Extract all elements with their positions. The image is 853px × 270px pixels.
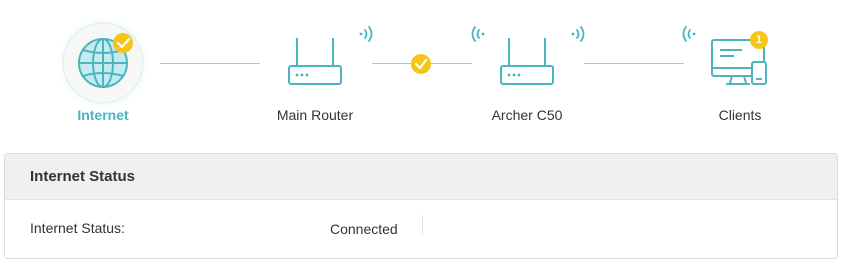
client-count-badge: 1 xyxy=(750,31,768,49)
archer-node[interactable]: Archer C50 xyxy=(457,10,597,125)
status-row: Internet Status: Connected xyxy=(5,200,837,258)
monitor-phone-icon xyxy=(711,39,767,85)
status-label: Internet Status: xyxy=(30,220,125,236)
panel-header: Internet Status xyxy=(5,154,837,200)
network-topology: Internet Main Router Archer C50 1 Client… xyxy=(0,0,853,140)
internet-node[interactable]: Internet xyxy=(33,10,173,125)
globe-icon xyxy=(57,17,149,109)
connection-line xyxy=(584,63,684,64)
clients-label: Clients xyxy=(718,107,762,123)
clients-node[interactable]: 1 Clients xyxy=(670,10,810,125)
check-badge-icon xyxy=(113,33,133,53)
archer-label: Archer C50 xyxy=(491,107,563,123)
internet-status-panel: Internet Status Internet Status: Connect… xyxy=(4,153,838,259)
internet-label: Internet xyxy=(77,107,129,123)
check-badge-icon xyxy=(411,54,431,74)
wifi-signal-icon xyxy=(571,26,585,42)
divider xyxy=(422,215,423,235)
status-value: Connected xyxy=(330,221,398,237)
main-router-label: Main Router xyxy=(276,107,354,123)
main-router-node[interactable]: Main Router xyxy=(245,10,385,125)
panel-title: Internet Status xyxy=(30,168,136,185)
wifi-signal-icon xyxy=(359,26,373,42)
